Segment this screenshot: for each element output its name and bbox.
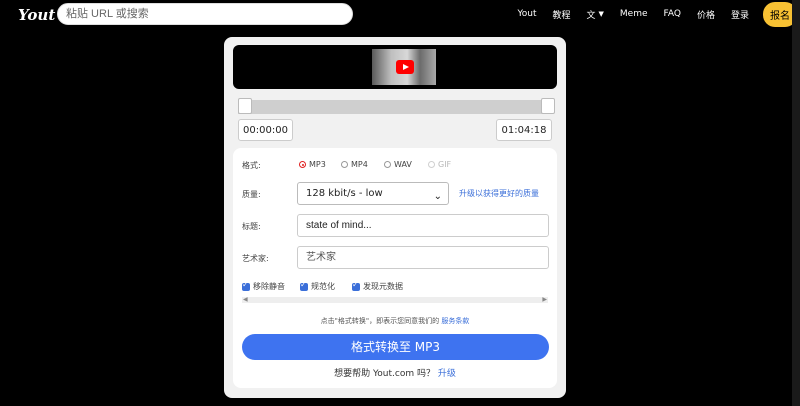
converter-card: 00:00:00 01:04:18 格式: MP3 MP4 WAV GIF 质量… — [224, 37, 566, 398]
language-menu[interactable]: 文 ▼ — [587, 8, 604, 21]
trim-range-track[interactable] — [238, 100, 552, 114]
start-time-field[interactable]: 00:00:00 — [238, 119, 293, 141]
checkbox-checked-icon — [300, 280, 308, 291]
nav-yout[interactable]: Yout — [517, 9, 536, 19]
metadata-checkbox[interactable]: 发现元数据 — [352, 280, 403, 292]
checkbox-label: 规范化 — [311, 282, 335, 291]
nav-tutorial[interactable]: 教程 — [553, 8, 571, 21]
format-option-wav[interactable]: WAV — [384, 160, 412, 169]
radio-icon — [428, 161, 435, 168]
quality-upgrade-link[interactable]: 升级以获得更好的质量 — [459, 188, 539, 199]
top-nav: Yout 教程 文 ▼ Meme FAQ 价格 登录 报名 — [501, 0, 800, 28]
page-scrollbar[interactable] — [792, 0, 800, 406]
upgrade-link[interactable]: 升级 — [438, 369, 456, 379]
format-option-label: WAV — [394, 160, 412, 169]
trim-start-handle[interactable] — [238, 98, 252, 114]
help-notice: 想要帮助 Yout.com 吗？ 升级 — [233, 366, 557, 379]
format-option-gif[interactable]: GIF — [428, 160, 451, 169]
format-option-label: MP4 — [351, 160, 368, 169]
yout-logo[interactable]: Yout — [18, 6, 55, 24]
artist-label: 艺术家: — [242, 254, 269, 263]
quality-label: 质量: — [242, 190, 261, 199]
chevron-down-icon: ⌄ — [433, 191, 442, 202]
checkbox-label: 移除静音 — [253, 282, 285, 291]
terms-text: 点击"格式转换"，即表示您同意我们的 — [320, 317, 440, 325]
format-label: 格式: — [242, 161, 261, 170]
quality-value: 128 kbit/s - low — [306, 188, 383, 199]
horizontal-scrollbar[interactable]: ◀ ▶ — [242, 296, 548, 303]
nav-faq[interactable]: FAQ — [664, 9, 681, 19]
language-icon: 文 — [586, 10, 596, 21]
remove-silence-checkbox[interactable]: 移除静音 — [242, 280, 285, 292]
video-preview[interactable] — [233, 45, 557, 89]
format-option-mp3[interactable]: MP3 — [299, 160, 326, 169]
nav-login[interactable]: 登录 — [731, 8, 749, 21]
search-input[interactable] — [57, 3, 353, 25]
radio-icon — [341, 161, 348, 168]
terms-notice: 点击"格式转换"，即表示您同意我们的 服务条款 — [233, 316, 557, 326]
scroll-right-icon[interactable]: ▶ — [542, 296, 547, 303]
chevron-down-icon: ▼ — [598, 10, 604, 18]
video-thumbnail — [372, 49, 436, 85]
title-field[interactable] — [297, 214, 549, 237]
artist-field[interactable] — [297, 246, 549, 269]
title-label: 标题: — [242, 222, 261, 231]
radio-icon — [384, 161, 391, 168]
options-panel: 格式: MP3 MP4 WAV GIF 质量: 128 kbit/s - low… — [233, 148, 557, 388]
checkbox-checked-icon — [242, 280, 250, 291]
end-time-field[interactable]: 01:04:18 — [496, 119, 552, 141]
format-option-label: GIF — [438, 160, 452, 169]
nav-meme[interactable]: Meme — [620, 9, 648, 19]
checkbox-label: 发现元数据 — [363, 282, 403, 291]
quality-select[interactable]: 128 kbit/s - low ⌄ — [297, 182, 449, 205]
normalize-checkbox[interactable]: 规范化 — [300, 280, 335, 292]
format-option-mp4[interactable]: MP4 — [341, 160, 368, 169]
help-text: 想要帮助 Yout.com 吗？ — [334, 369, 435, 379]
format-option-label: MP3 — [309, 160, 326, 169]
trim-end-handle[interactable] — [541, 98, 555, 114]
radio-selected-icon — [299, 161, 306, 168]
nav-pricing[interactable]: 价格 — [697, 8, 715, 21]
checkbox-checked-icon — [352, 280, 360, 291]
play-icon[interactable] — [396, 60, 414, 74]
convert-button[interactable]: 格式转换至 MP3 — [242, 334, 549, 360]
terms-link[interactable]: 服务条款 — [441, 317, 469, 325]
scroll-left-icon[interactable]: ◀ — [243, 296, 248, 303]
